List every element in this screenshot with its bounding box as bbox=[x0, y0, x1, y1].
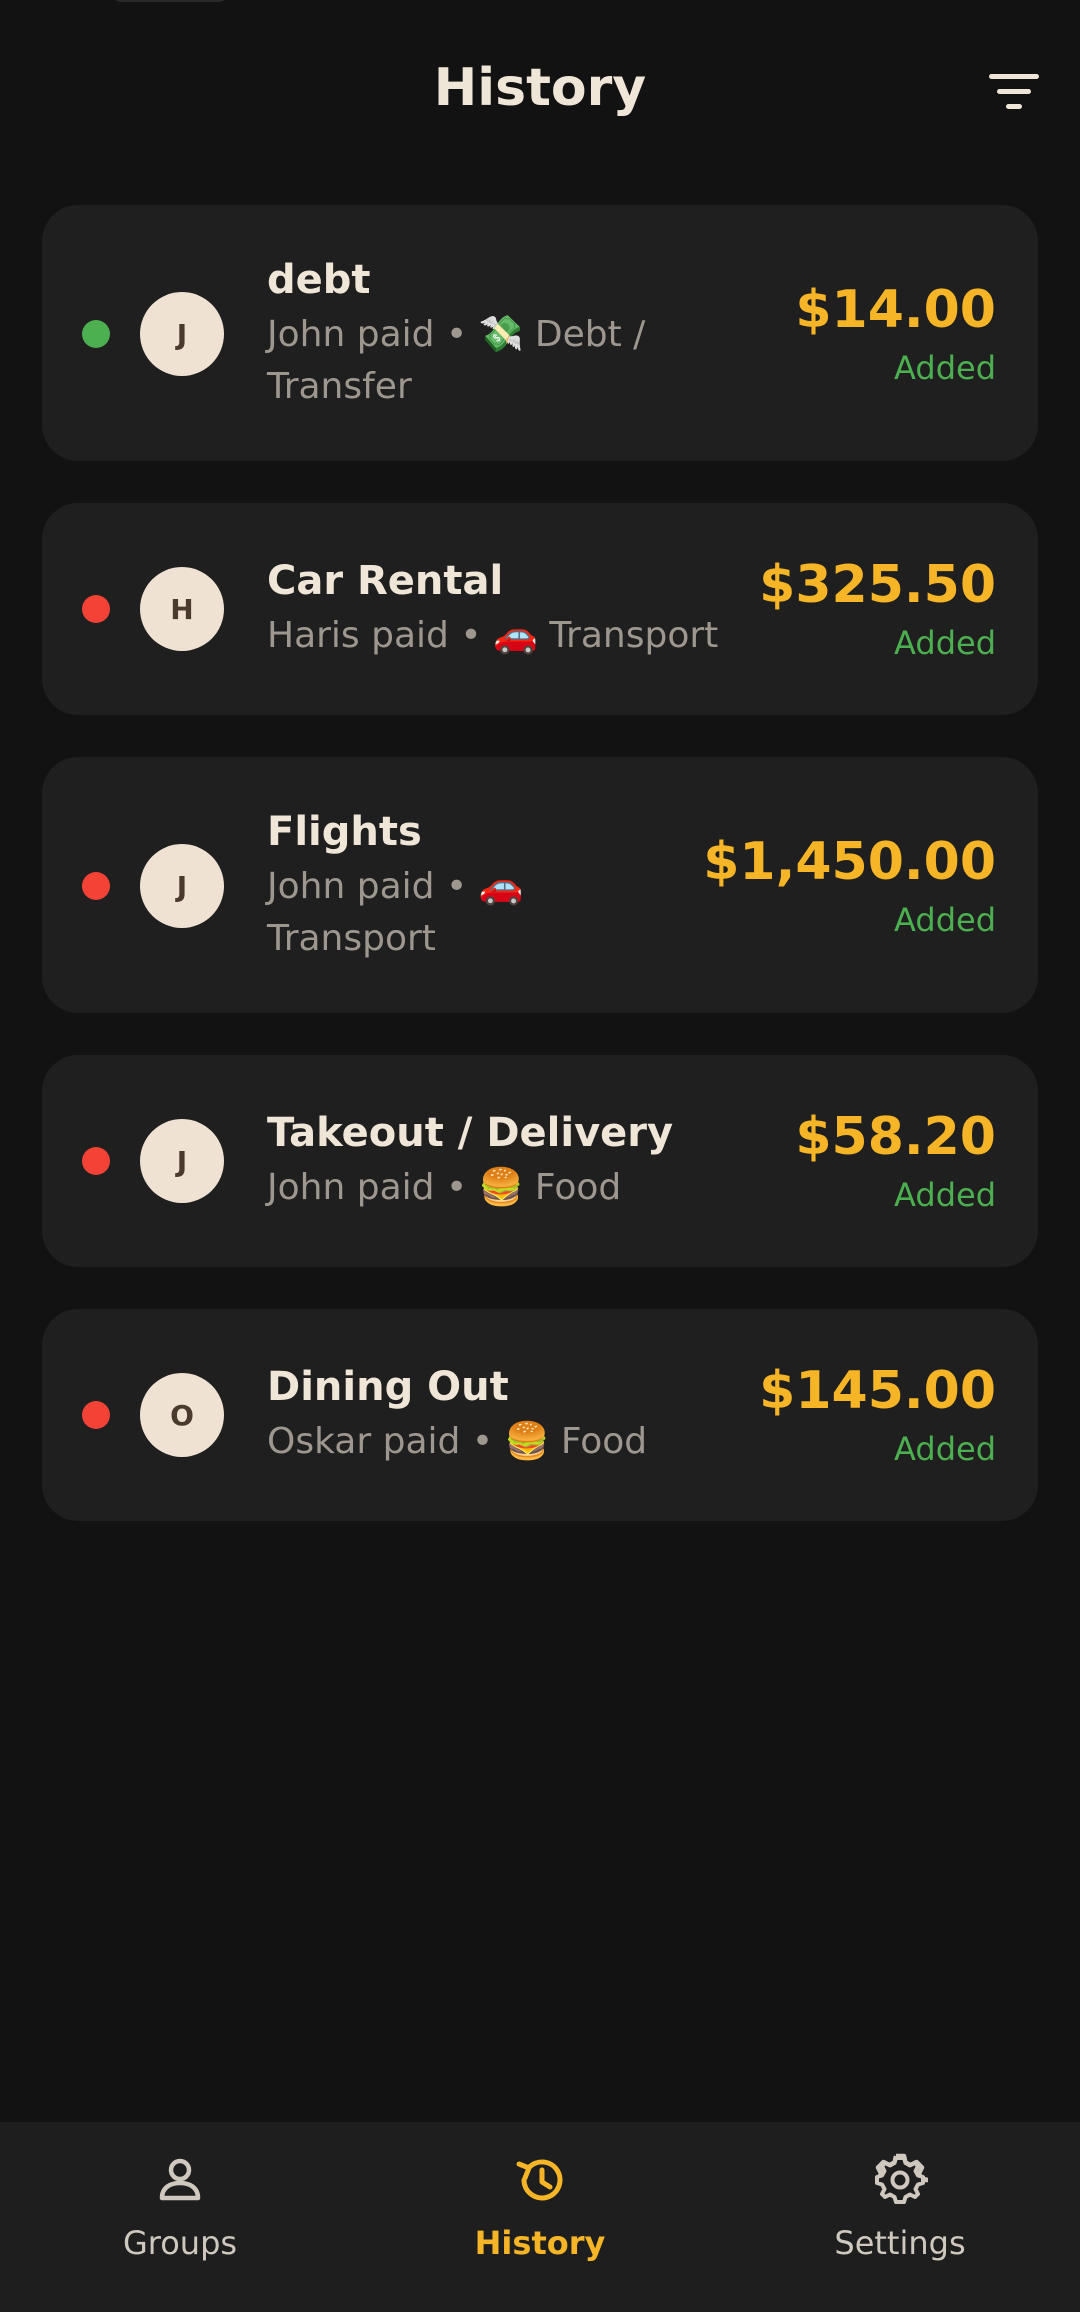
status-dot bbox=[82, 872, 110, 900]
transaction-subtitle: Haris paid • 🚗 Transport bbox=[267, 610, 759, 662]
category-label: Transport bbox=[267, 918, 436, 959]
amount-column: $325.50 Added bbox=[759, 555, 996, 663]
separator-dot: • bbox=[445, 1167, 468, 1208]
payer-label: John paid bbox=[267, 866, 435, 907]
amount-column: $58.20 Added bbox=[795, 1107, 996, 1215]
category-emoji-icon: 🚗 bbox=[493, 615, 538, 656]
status-dot bbox=[82, 595, 110, 623]
app-header: History bbox=[0, 40, 1080, 140]
avatar: O bbox=[140, 1373, 224, 1457]
transaction-card[interactable]: J Takeout / Delivery John paid • 🍔 Food … bbox=[42, 1055, 1038, 1267]
category-emoji-icon: 🍔 bbox=[478, 1167, 524, 1208]
gear-icon bbox=[870, 2150, 930, 2210]
transaction-status: Added bbox=[894, 1430, 996, 1468]
category-emoji-icon: 🍔 bbox=[504, 1421, 550, 1462]
avatar: J bbox=[140, 1119, 224, 1203]
history-list: J debt John paid • 💸 Debt / Transfer $14… bbox=[42, 205, 1038, 1563]
transaction-title: Car Rental bbox=[267, 558, 504, 604]
transaction-amount: $145.00 bbox=[759, 1361, 996, 1421]
category-emoji-icon: 💸 bbox=[478, 314, 524, 355]
transaction-info: Dining Out Oskar paid • 🍔 Food bbox=[267, 1362, 759, 1468]
transaction-subtitle: John paid • 🚗 Transport bbox=[267, 861, 567, 965]
transaction-status: Added bbox=[894, 624, 996, 662]
amount-column: $1,450.00 Added bbox=[703, 832, 996, 940]
nav-item-history[interactable]: History bbox=[360, 2122, 720, 2312]
transaction-card[interactable]: J Flights John paid • 🚗 Transport $1,450… bbox=[42, 757, 1038, 1013]
transaction-title: Dining Out bbox=[267, 1364, 509, 1410]
transaction-info: Flights John paid • 🚗 Transport bbox=[267, 807, 703, 965]
avatar: J bbox=[140, 292, 224, 376]
payer-label: Haris paid bbox=[267, 615, 449, 656]
filter-icon bbox=[989, 74, 1039, 109]
category-emoji-icon: 🚗 bbox=[478, 866, 524, 907]
amount-column: $14.00 Added bbox=[795, 280, 996, 388]
avatar: J bbox=[140, 844, 224, 928]
person-icon bbox=[150, 2150, 210, 2210]
transaction-subtitle: John paid • 🍔 Food bbox=[267, 1162, 795, 1214]
transaction-status: Added bbox=[894, 349, 996, 387]
status-dot bbox=[82, 1401, 110, 1429]
nav-label: Settings bbox=[834, 2224, 966, 2262]
category-label: Transport bbox=[549, 615, 719, 656]
nav-label: History bbox=[474, 2224, 606, 2262]
status-bar-remnant bbox=[110, 0, 230, 2]
history-icon bbox=[510, 2150, 570, 2210]
transaction-title: Takeout / Delivery bbox=[267, 1110, 674, 1156]
transaction-card[interactable]: H Car Rental Haris paid • 🚗 Transport $3… bbox=[42, 503, 1038, 715]
nav-label: Groups bbox=[122, 2224, 238, 2262]
transaction-amount: $325.50 bbox=[759, 555, 996, 615]
status-dot bbox=[82, 320, 110, 348]
nav-item-groups[interactable]: Groups bbox=[0, 2122, 360, 2312]
transaction-status: Added bbox=[894, 1176, 996, 1214]
separator-dot: • bbox=[471, 1421, 494, 1462]
transaction-status: Added bbox=[894, 901, 996, 939]
transaction-amount: $1,450.00 bbox=[703, 832, 996, 892]
transaction-info: Car Rental Haris paid • 🚗 Transport bbox=[267, 556, 759, 662]
transaction-amount: $14.00 bbox=[795, 280, 996, 340]
separator-dot: • bbox=[445, 866, 468, 907]
amount-column: $145.00 Added bbox=[759, 1361, 996, 1469]
transaction-title: debt bbox=[267, 257, 371, 303]
transaction-card[interactable]: J debt John paid • 💸 Debt / Transfer $14… bbox=[42, 205, 1038, 461]
payer-label: Oskar paid bbox=[267, 1421, 461, 1462]
separator-dot: • bbox=[460, 615, 482, 656]
transaction-info: debt John paid • 💸 Debt / Transfer bbox=[267, 255, 795, 413]
bottom-navigation: Groups History Settings bbox=[0, 2122, 1080, 2312]
transaction-title: Flights bbox=[267, 809, 422, 855]
transaction-amount: $58.20 bbox=[795, 1107, 996, 1167]
transaction-info: Takeout / Delivery John paid • 🍔 Food bbox=[267, 1108, 795, 1214]
payer-label: John paid bbox=[267, 314, 435, 355]
transaction-subtitle: John paid • 💸 Debt / Transfer bbox=[267, 309, 707, 413]
transaction-subtitle: Oskar paid • 🍔 Food bbox=[267, 1416, 759, 1468]
transaction-card[interactable]: O Dining Out Oskar paid • 🍔 Food $145.00… bbox=[42, 1309, 1038, 1521]
avatar: H bbox=[140, 567, 224, 651]
payer-label: John paid bbox=[267, 1167, 435, 1208]
nav-item-settings[interactable]: Settings bbox=[720, 2122, 1080, 2312]
category-label: Food bbox=[560, 1421, 648, 1462]
separator-dot: • bbox=[445, 314, 468, 355]
page-title: History bbox=[433, 58, 647, 118]
filter-button[interactable] bbox=[984, 62, 1044, 122]
status-dot bbox=[82, 1147, 110, 1175]
category-label: Food bbox=[534, 1167, 622, 1208]
